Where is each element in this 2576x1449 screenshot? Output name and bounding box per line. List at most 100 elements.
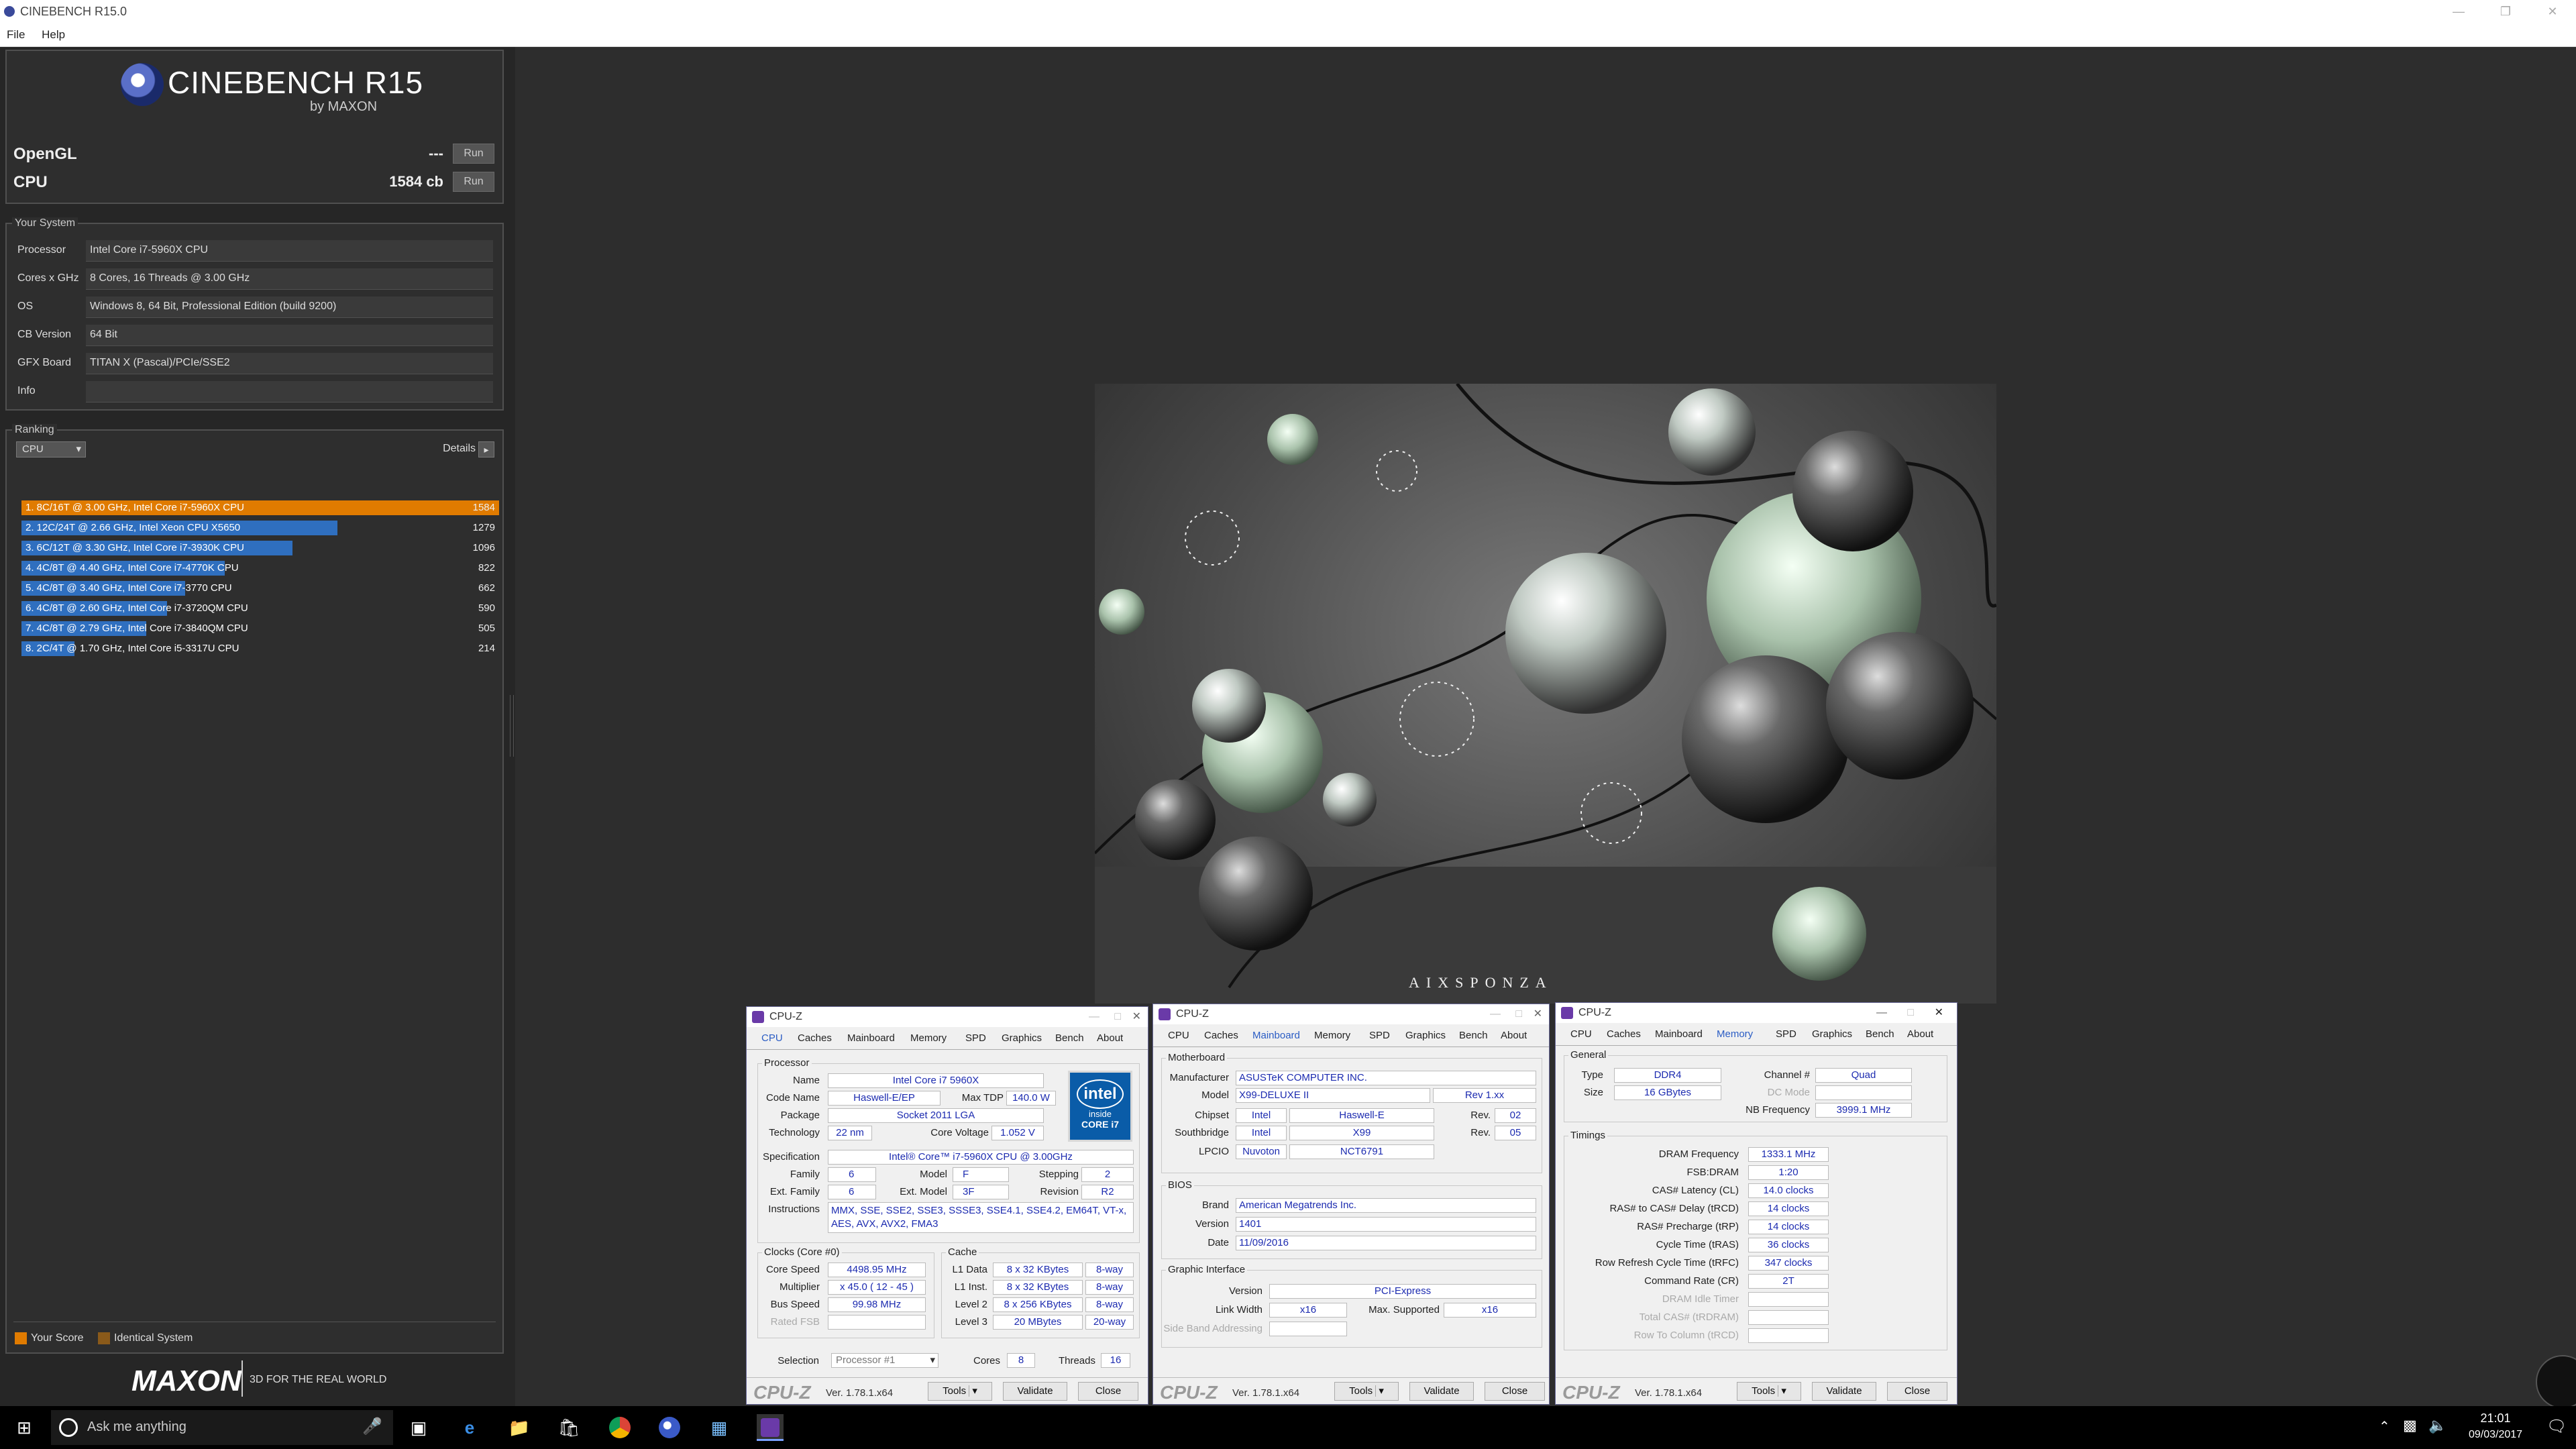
maximize-button[interactable]: ❐: [2482, 0, 2529, 23]
processor-select[interactable]: Processor #1 ▾: [831, 1353, 938, 1368]
validate-button[interactable]: Validate: [1812, 1382, 1876, 1401]
microphone-icon[interactable]: 🎤: [362, 1417, 382, 1436]
ranking-row[interactable]: 3. 6C/12T @ 3.30 GHz, Intel Core i7-3930…: [21, 539, 499, 557]
system-value: Intel Core i7-5960X CPU: [86, 240, 493, 262]
ranking-row[interactable]: 4. 4C/8T @ 4.40 GHz, Intel Core i7-4770K…: [21, 559, 499, 577]
menu-help[interactable]: Help: [35, 23, 72, 47]
close-icon[interactable]: ✕: [1132, 1007, 1141, 1027]
tab-about[interactable]: About: [1501, 1030, 1527, 1041]
cpu-run-button[interactable]: Run: [453, 172, 494, 192]
tab-graphics[interactable]: Graphics: [1002, 1032, 1042, 1044]
ranking-row[interactable]: 2. 12C/24T @ 2.66 GHz, Intel Xeon CPU X5…: [21, 519, 499, 537]
close-button[interactable]: ✕: [2529, 0, 2576, 23]
info-field[interactable]: [86, 381, 493, 402]
tab-caches[interactable]: Caches: [798, 1032, 832, 1044]
tab-caches[interactable]: Caches: [1204, 1030, 1238, 1041]
tab-bench[interactable]: Bench: [1055, 1032, 1084, 1044]
clock-date[interactable]: 09/03/2017: [2455, 1429, 2536, 1441]
close-icon[interactable]: ✕: [1935, 1003, 1943, 1023]
ext-model-label: Ext. Model: [900, 1186, 947, 1197]
tab-cpu[interactable]: CPU: [1570, 1028, 1592, 1040]
tab-bench[interactable]: Bench: [1866, 1028, 1894, 1040]
panel-splitter[interactable]: [510, 695, 514, 757]
clock-time[interactable]: 21:01: [2455, 1411, 2536, 1426]
volume-icon[interactable]: 🔈: [2428, 1417, 2447, 1434]
tab-spd[interactable]: SPD: [1369, 1030, 1390, 1041]
app-icon[interactable]: ▦: [706, 1414, 733, 1441]
tab-cpu[interactable]: CPU: [1168, 1030, 1189, 1041]
minimize-button[interactable]: —: [1089, 1007, 1099, 1027]
task-view-icon[interactable]: ▣: [405, 1414, 432, 1441]
cpuz-memory-window: CPU-Z — □ ✕ CPU Caches Mainboard Memory …: [1555, 1002, 1957, 1405]
start-icon[interactable]: ⊞: [11, 1414, 38, 1441]
ranking-row[interactable]: 8. 2C/4T @ 1.70 GHz, Intel Core i5-3317U…: [21, 640, 499, 657]
tab-spd[interactable]: SPD: [965, 1032, 986, 1044]
close-icon[interactable]: ✕: [1534, 1004, 1542, 1024]
edge-icon[interactable]: e: [456, 1414, 483, 1441]
ranking-row[interactable]: 6. 4C/8T @ 2.60 GHz, Intel Core i7-3720Q…: [21, 600, 499, 617]
cinebench-icon[interactable]: [656, 1414, 683, 1441]
validate-button[interactable]: Validate: [1003, 1382, 1067, 1401]
chevron-up-icon[interactable]: ⌃: [2379, 1418, 2390, 1435]
ranking-row[interactable]: 1. 8C/16T @ 3.00 GHz, Intel Core i7-5960…: [21, 499, 499, 517]
tab-graphics[interactable]: Graphics: [1405, 1030, 1446, 1041]
tab-about[interactable]: About: [1097, 1032, 1123, 1044]
tab-caches[interactable]: Caches: [1607, 1028, 1641, 1040]
tab-mainboard[interactable]: Mainboard: [1252, 1030, 1300, 1041]
file-explorer-icon[interactable]: 📁: [506, 1414, 533, 1441]
minimize-button[interactable]: —: [1876, 1003, 1887, 1023]
store-icon[interactable]: 🛍: [555, 1414, 582, 1441]
tools-button[interactable]: Tools ▾: [928, 1382, 992, 1401]
tab-about[interactable]: About: [1907, 1028, 1933, 1040]
cpuz-title: CPU-Z: [769, 1011, 802, 1022]
close-button[interactable]: Close: [1887, 1382, 1947, 1401]
timing-value: 2T: [1748, 1274, 1829, 1289]
max-tdp-value: 140.0 W: [1006, 1091, 1056, 1106]
ranking-row[interactable]: 7. 4C/8T @ 2.79 GHz, Intel Core i7-3840Q…: [21, 620, 499, 637]
minimize-button[interactable]: —: [1490, 1004, 1501, 1024]
timings-group: Timings DRAM Frequency 1333.1 MHz FSB:DRAM…: [1564, 1130, 1947, 1350]
cpuz-icon[interactable]: [757, 1414, 784, 1441]
close-button[interactable]: Close: [1078, 1382, 1138, 1401]
stepping-label: Stepping: [1038, 1169, 1079, 1180]
tools-button[interactable]: Tools ▾: [1737, 1382, 1801, 1401]
tab-spd[interactable]: SPD: [1776, 1028, 1796, 1040]
maximize-button[interactable]: □: [1515, 1004, 1522, 1024]
system-row-cores: Cores x GHz 8 Cores, 16 Threads @ 3.00 GH…: [12, 267, 497, 291]
cache-group: Cache L1 Data 8 x 32 KBytes 8-way L1 Ins…: [941, 1246, 1140, 1338]
timing-label: Command Rate (CR): [1644, 1275, 1739, 1287]
level2-label: Level 2: [955, 1299, 987, 1310]
ranking-row-label: 2. 12C/24T @ 2.66 GHz, Intel Xeon CPU X5…: [25, 522, 241, 533]
ranking-heading: Ranking: [12, 424, 57, 436]
ranking-dropdown[interactable]: CPU ▾: [16, 441, 86, 458]
tab-mainboard[interactable]: Mainboard: [1655, 1028, 1703, 1040]
bus-speed-label: Bus Speed: [770, 1299, 820, 1310]
minimize-button[interactable]: —: [2435, 0, 2482, 23]
tools-button[interactable]: Tools ▾: [1334, 1382, 1399, 1401]
network-icon[interactable]: ▩: [2403, 1417, 2417, 1434]
tab-memory[interactable]: Memory: [910, 1032, 947, 1044]
validate-button[interactable]: Validate: [1409, 1382, 1474, 1401]
timing-label: RAS# to CAS# Delay (tRCD): [1609, 1203, 1739, 1214]
search-box[interactable]: Ask me anything 🎤: [51, 1410, 393, 1445]
timing-label: FSB:DRAM: [1686, 1167, 1739, 1178]
tab-memory[interactable]: Memory: [1717, 1028, 1753, 1040]
chrome-icon[interactable]: [606, 1414, 633, 1441]
cpuz-logo: CPU-Z: [1562, 1382, 1620, 1403]
southbridge-vendor: Intel: [1236, 1126, 1287, 1140]
notification-icon[interactable]: 🗨: [2546, 1417, 2567, 1436]
ranking-row[interactable]: 5. 4C/8T @ 3.40 GHz, Intel Core i7-3770 …: [21, 580, 499, 597]
maximize-button[interactable]: □: [1114, 1007, 1121, 1027]
tab-cpu[interactable]: CPU: [761, 1032, 783, 1044]
maximize-button[interactable]: □: [1907, 1003, 1914, 1023]
opengl-run-button[interactable]: Run: [453, 144, 494, 164]
tab-bench[interactable]: Bench: [1459, 1030, 1488, 1041]
logo-byline: by MAXON: [310, 99, 378, 114]
close-button[interactable]: Close: [1485, 1382, 1545, 1401]
legend-your-score: Your Score: [31, 1332, 84, 1344]
tab-graphics[interactable]: Graphics: [1812, 1028, 1852, 1040]
details-button[interactable]: ▸: [478, 441, 494, 458]
tab-mainboard[interactable]: Mainboard: [847, 1032, 895, 1044]
tab-memory[interactable]: Memory: [1314, 1030, 1350, 1041]
menu-file[interactable]: File: [0, 23, 32, 47]
